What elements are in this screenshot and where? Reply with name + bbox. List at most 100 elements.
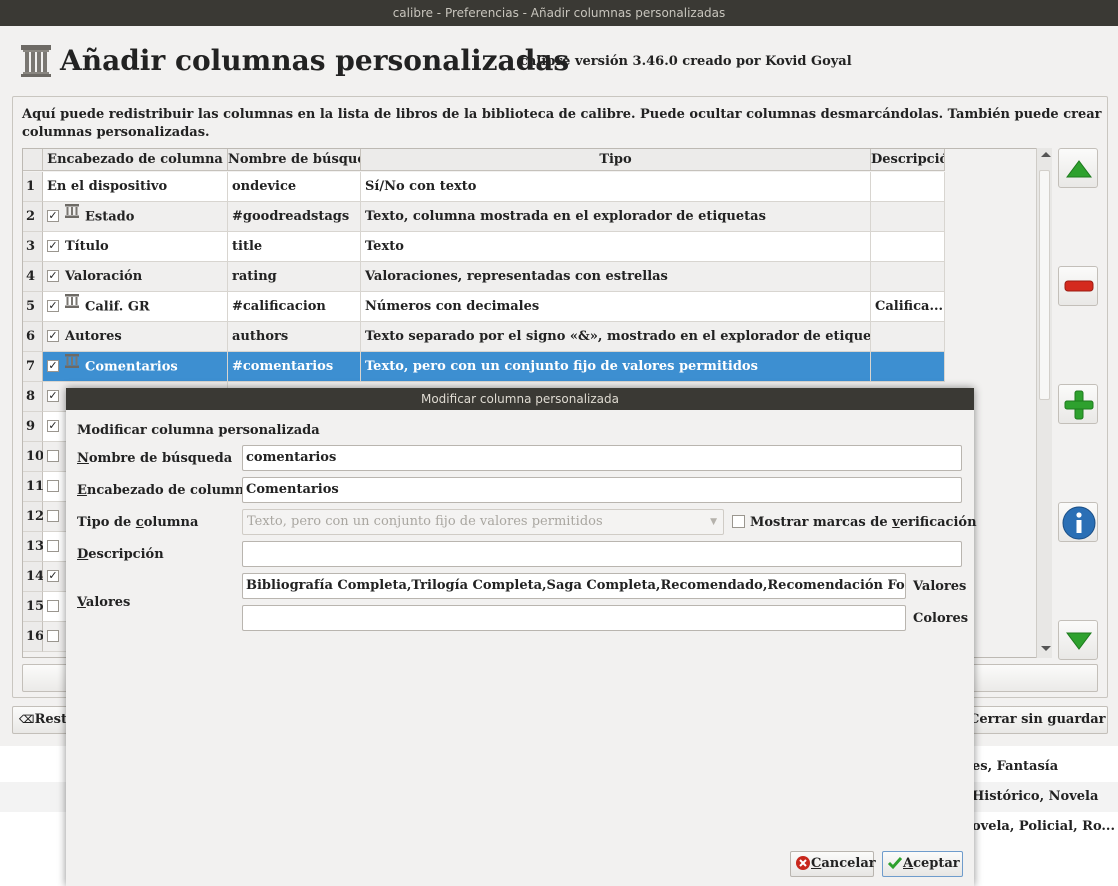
- visibility-checkbox[interactable]: ✓: [47, 360, 59, 372]
- scroll-down-icon[interactable]: [1041, 646, 1051, 651]
- column-heading-text: Título: [65, 239, 109, 254]
- cancel-button[interactable]: Cancelar: [790, 851, 876, 877]
- column-heading-cell[interactable]: ✓ Título: [43, 232, 228, 262]
- lookup-name-cell[interactable]: rating: [228, 262, 361, 292]
- column-header-heading[interactable]: Encabezado de columna: [43, 149, 228, 171]
- accept-button[interactable]: Aceptar: [882, 851, 963, 877]
- table-corner: [23, 149, 43, 171]
- values-side-label: Valores: [913, 579, 967, 594]
- description-cell[interactable]: [871, 352, 945, 382]
- row-number: 2: [23, 202, 43, 232]
- column-heading-text: Comentarios: [85, 359, 178, 375]
- visibility-checkbox[interactable]: [47, 479, 59, 492]
- table-row[interactable]: 3 ✓ Título title Texto: [23, 232, 945, 262]
- values-label: Valores: [77, 595, 131, 610]
- dialog-titlebar: Modificar columna personalizada: [66, 388, 974, 410]
- column-heading-cell[interactable]: ✓ Estado: [43, 202, 228, 232]
- remove-column-button[interactable]: [1058, 266, 1098, 306]
- column-heading-text: En el dispositivo: [47, 179, 168, 194]
- column-heading-cell[interactable]: ✓ Comentarios: [43, 352, 228, 382]
- minus-icon: [1064, 280, 1094, 292]
- column-info-button[interactable]: [1058, 502, 1098, 542]
- dialog-heading: Modificar columna personalizada: [77, 423, 320, 438]
- type-cell[interactable]: Valoraciones, representadas con estrella…: [361, 262, 871, 292]
- window-titlebar: calibre - Preferencias - Añadir columnas…: [0, 0, 1118, 26]
- column-header-lookup[interactable]: Nombre de búsqueda: [228, 149, 361, 171]
- lookup-name-cell[interactable]: #calificacion: [228, 292, 361, 322]
- show-checkmarks-checkbox[interactable]: [732, 515, 745, 528]
- show-checkmarks-label: Mostrar marcas de verificación: [750, 515, 977, 530]
- visibility-checkbox[interactable]: ✓: [47, 210, 59, 222]
- type-cell[interactable]: Texto: [361, 232, 871, 262]
- edit-column-dialog: Modificar columna personalizada Modifica…: [66, 388, 977, 886]
- column-heading-input[interactable]: Comentarios: [242, 477, 962, 503]
- type-cell[interactable]: Números con decimales: [361, 292, 871, 322]
- add-column-button[interactable]: [1058, 384, 1098, 424]
- visibility-checkbox[interactable]: ✓: [47, 329, 59, 342]
- arrow-down-icon: [1066, 632, 1092, 650]
- column-heading-text: Estado: [85, 209, 135, 225]
- lookup-name-cell[interactable]: #comentarios: [228, 352, 361, 382]
- colors-input[interactable]: [242, 605, 906, 631]
- close-without-saving-button[interactable]: Cerrar sin guardar: [962, 706, 1108, 734]
- restore-icon: ⌫: [19, 713, 35, 726]
- table-row[interactable]: 1 En el dispositivo ondevice Sí/No con text…: [23, 172, 945, 202]
- table-row[interactable]: 2 ✓ Estado #goodreadstags Texto, columna mos…: [23, 202, 945, 232]
- custom-column-icon: [65, 202, 79, 230]
- table-row[interactable]: 4 ✓ Valoración rating Valoraciones, represen…: [23, 262, 945, 292]
- row-number: 1: [23, 172, 43, 202]
- description-cell[interactable]: [871, 172, 945, 202]
- scrollbar-thumb[interactable]: [1039, 170, 1050, 400]
- visibility-checkbox[interactable]: [47, 539, 59, 552]
- values-input[interactable]: Bibliografía Completa,Trilogía Completa,…: [242, 573, 906, 599]
- visibility-checkbox[interactable]: [47, 599, 59, 612]
- visibility-checkbox[interactable]: ✓: [47, 269, 59, 282]
- description-cell[interactable]: [871, 232, 945, 262]
- chevron-down-icon: ▼: [710, 517, 717, 527]
- visibility-checkbox[interactable]: [47, 449, 59, 462]
- type-cell[interactable]: Texto, columna mostrada en el explorador…: [361, 202, 871, 232]
- custom-column-icon: [65, 352, 79, 380]
- row-number: 16: [23, 622, 44, 652]
- visibility-checkbox[interactable]: [47, 629, 59, 642]
- table-row[interactable]: 5 ✓ Calif. GR #calificacion Números con deci…: [23, 292, 945, 322]
- type-cell[interactable]: Texto, pero con un conjunto fijo de valo…: [361, 352, 871, 382]
- visibility-checkbox[interactable]: ✓: [47, 300, 59, 312]
- description-cell[interactable]: [871, 202, 945, 232]
- visibility-checkbox[interactable]: [47, 509, 59, 522]
- visibility-checkbox[interactable]: ✓: [47, 419, 59, 432]
- type-cell[interactable]: Sí/No con texto: [361, 172, 871, 202]
- custom-column-icon: [65, 292, 79, 320]
- visibility-checkbox[interactable]: ✓: [47, 389, 59, 402]
- visibility-checkbox[interactable]: ✓: [47, 569, 59, 582]
- visibility-checkbox[interactable]: ✓: [47, 239, 59, 252]
- colors-side-label: Colores: [913, 611, 969, 626]
- window-title: calibre - Preferencias - Añadir columnas…: [392, 6, 726, 20]
- description-cell[interactable]: [871, 322, 945, 352]
- column-heading-cell[interactable]: ✓ Autores: [43, 322, 228, 352]
- column-pillar-icon: [21, 45, 51, 77]
- move-down-button[interactable]: [1058, 620, 1098, 660]
- type-cell[interactable]: Texto separado por el signo «&», mostrad…: [361, 322, 871, 352]
- column-heading-cell[interactable]: En el dispositivo: [43, 172, 228, 202]
- description-cell[interactable]: [871, 262, 945, 292]
- lookup-name-cell[interactable]: ondevice: [228, 172, 361, 202]
- move-up-button[interactable]: [1058, 148, 1098, 188]
- column-header-description[interactable]: Descripción: [871, 149, 945, 171]
- lookup-name-cell[interactable]: title: [228, 232, 361, 262]
- restore-defaults-button[interactable]: ⌫Resta: [12, 706, 75, 734]
- column-heading-cell[interactable]: ✓ Valoración: [43, 262, 228, 292]
- row-number: 4: [23, 262, 43, 292]
- scroll-up-icon[interactable]: [1041, 152, 1051, 157]
- table-row[interactable]: 7 ✓ Comentarios #comentarios Texto, pero con…: [23, 352, 945, 382]
- column-header-type[interactable]: Tipo: [361, 149, 871, 171]
- description-input[interactable]: [242, 541, 962, 567]
- table-row[interactable]: 6 ✓ Autores authors Texto separado por el si…: [23, 322, 945, 352]
- lookup-name-cell[interactable]: #goodreadstags: [228, 202, 361, 232]
- column-heading-cell[interactable]: ✓ Calif. GR: [43, 292, 228, 322]
- lookup-name-input[interactable]: comentarios: [242, 445, 962, 471]
- description-cell[interactable]: Califica...: [871, 292, 945, 322]
- lookup-name-cell[interactable]: authors: [228, 322, 361, 352]
- table-scrollbar[interactable]: [1036, 148, 1052, 658]
- column-type-select[interactable]: Texto, pero con un conjunto fijo de valo…: [242, 509, 724, 535]
